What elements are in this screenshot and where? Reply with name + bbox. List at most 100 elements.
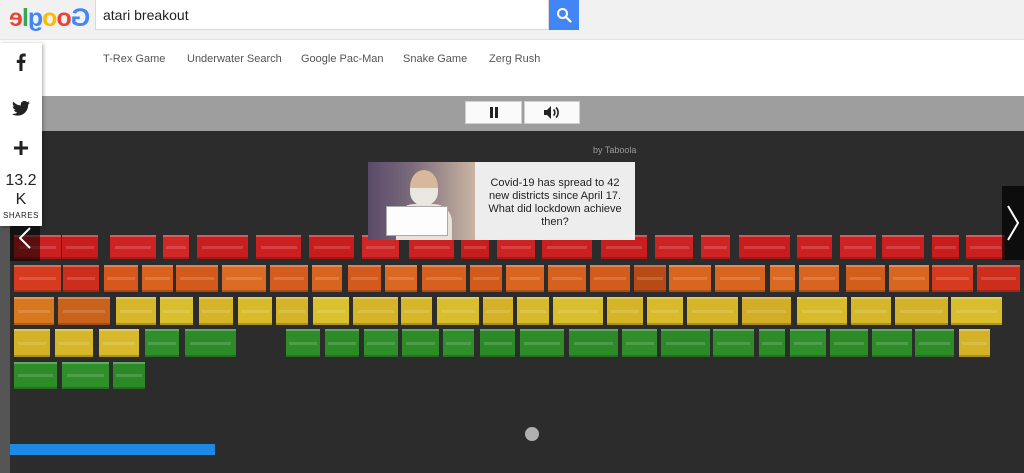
brick [932, 265, 973, 292]
brick [222, 265, 266, 292]
brick [797, 235, 832, 259]
share-count-value: 13.2 [5, 172, 37, 189]
brick [548, 265, 586, 292]
brick [701, 235, 730, 259]
ad-headline: Covid-19 has spread to 42 new districts … [488, 177, 622, 228]
nav-item-zerg-rush[interactable]: Zerg Rush [489, 53, 540, 65]
pause-button[interactable] [465, 101, 522, 124]
brick [966, 235, 1005, 259]
brick [160, 297, 193, 325]
logo-letter: o [57, 4, 72, 32]
brick [889, 265, 929, 292]
brick [715, 265, 765, 292]
logo-letter: e [10, 4, 23, 32]
brick [270, 265, 308, 292]
search-button[interactable] [549, 0, 579, 30]
brick [932, 235, 959, 259]
brick [145, 329, 179, 357]
brick [99, 329, 139, 357]
brick [634, 265, 666, 292]
brick [58, 297, 110, 325]
brick [713, 329, 754, 357]
brick [286, 329, 320, 357]
facebook-icon [16, 53, 26, 71]
brick [799, 265, 839, 292]
carousel-next-button[interactable] [1002, 186, 1024, 260]
brick [872, 329, 912, 357]
brick [62, 235, 98, 259]
chevron-left-icon [19, 227, 31, 249]
brick [176, 265, 218, 292]
ad-image-sign [386, 206, 448, 236]
brick [687, 297, 738, 325]
share-sidebar: 13.2 K SHARES [0, 43, 42, 226]
brick [14, 265, 61, 292]
brick [199, 297, 233, 325]
brick [113, 362, 145, 389]
brick [846, 265, 885, 292]
facebook-share-button[interactable] [0, 47, 42, 77]
brick [402, 329, 439, 357]
share-label: SHARES [3, 211, 39, 220]
nav-item-underwater-search[interactable]: Underwater Search [187, 53, 282, 65]
page: Google T-Rex Game Underwater Search Goog… [0, 0, 1024, 473]
brick [790, 329, 826, 357]
brick [569, 329, 618, 357]
brick [116, 297, 156, 325]
brick [882, 235, 924, 259]
logo-letter: G [71, 4, 91, 32]
brick [607, 297, 643, 325]
brick [325, 329, 359, 357]
more-share-button[interactable] [0, 133, 42, 163]
search-input[interactable] [96, 0, 546, 29]
nav-item-pac-man[interactable]: Google Pac-Man [301, 53, 384, 65]
brick [830, 329, 868, 357]
sound-button[interactable] [524, 101, 580, 124]
logo-letter: g [28, 4, 44, 32]
brick [353, 297, 398, 325]
brick [313, 297, 349, 325]
brick [506, 265, 544, 292]
brick [647, 297, 683, 325]
search-icon [557, 8, 572, 23]
brick [364, 329, 398, 357]
brick [959, 329, 990, 357]
brick [62, 362, 109, 389]
share-count: 13.2 K [0, 171, 42, 209]
brick [401, 297, 432, 325]
brick [185, 329, 236, 357]
brick [63, 265, 99, 292]
brick [480, 329, 515, 357]
brick [55, 329, 93, 357]
speaker-icon [543, 106, 559, 119]
brick [669, 265, 711, 292]
search-box [95, 0, 549, 30]
logo-letter: l [22, 4, 29, 32]
brick [915, 329, 954, 357]
logo-letter: o [43, 4, 58, 32]
ball [525, 427, 539, 441]
brick [238, 297, 272, 325]
brick [14, 297, 54, 325]
brick [622, 329, 657, 357]
twitter-icon [12, 100, 30, 116]
brick [483, 297, 513, 325]
brick [348, 265, 381, 292]
brick [742, 297, 791, 325]
nav-item-trex-game[interactable]: T-Rex Game [103, 53, 165, 65]
nav-item-snake-game[interactable]: Snake Game [403, 53, 467, 65]
search-header: Google [0, 0, 1024, 40]
ad-attribution[interactable]: by Taboola [593, 145, 636, 155]
brick [14, 329, 50, 357]
brick [110, 235, 156, 259]
brick [840, 235, 876, 259]
google-logo[interactable]: Google [10, 4, 90, 32]
brick [197, 235, 248, 259]
brick [104, 265, 138, 292]
paddle[interactable] [10, 444, 215, 455]
chevron-right-icon [1007, 205, 1019, 241]
sponsored-ad[interactable]: Covid-19 has spread to 42 new districts … [368, 162, 635, 240]
twitter-share-button[interactable] [0, 93, 42, 123]
brick [312, 265, 342, 292]
brick [655, 235, 693, 259]
